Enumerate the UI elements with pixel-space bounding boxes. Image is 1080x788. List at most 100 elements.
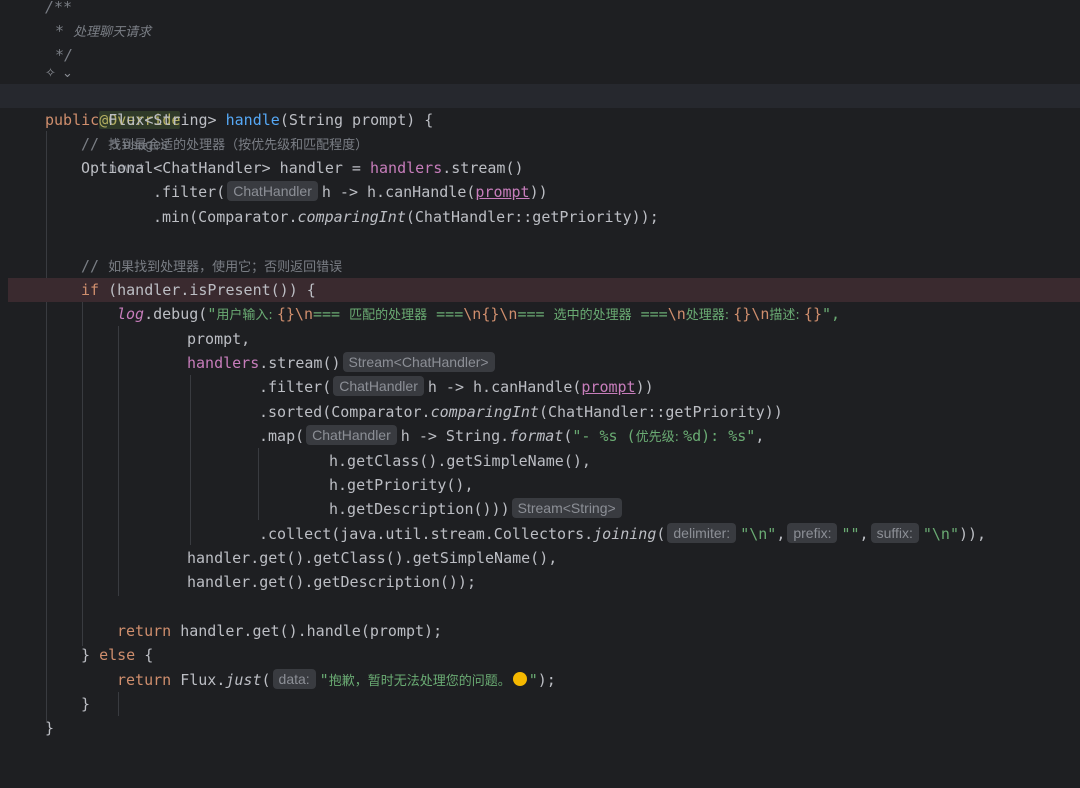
code-line[interactable]: // 如果找到处理器，使用它；否则返回错误 — [0, 254, 1080, 278]
code-editor[interactable]: /** * 处理聊天请求 */ ✧ ⌄ @Override 5 usages n… — [0, 0, 1080, 745]
string-literal: "" — [841, 525, 860, 543]
code-line[interactable]: .filter(ChatHandler h -> h.canHandle(prom… — [0, 180, 1080, 204]
code-line[interactable]: return handler.get().handle(prompt); — [0, 619, 1080, 643]
code-text: (ChatHandler::getPriority)); — [405, 208, 659, 226]
code-line[interactable]: .map(ChatHandler h -> String.format("- %s… — [0, 424, 1080, 448]
string-literal: " — [207, 305, 217, 323]
javadoc-star: * — [55, 22, 74, 40]
code-text: )) — [635, 378, 654, 396]
param-inlay-hint: suffix: — [870, 523, 919, 543]
keyword: return — [117, 622, 181, 640]
escape-sequence: \n — [463, 305, 482, 323]
code-line[interactable]: h.getClass().getSimpleName(), — [0, 449, 1080, 473]
param-inlay-hint: delimiter: — [667, 523, 737, 543]
ai-assistant-icon[interactable]: ✧ — [45, 62, 56, 86]
code-line[interactable]: prompt, — [0, 327, 1080, 351]
code-text: } — [81, 646, 100, 664]
code-text: .collect(java.util.stream.Collectors. — [259, 525, 594, 543]
code-text: handler.get().getClass().getSimpleName()… — [187, 549, 558, 567]
static-method: format — [509, 427, 564, 445]
param-inlay-hint: data: — [272, 669, 316, 689]
code-line[interactable]: } else { — [0, 643, 1080, 667]
code-line[interactable]: /** — [0, 0, 1080, 19]
code-text: .stream() — [442, 159, 524, 177]
code-text: ( — [563, 427, 573, 445]
code-text: h -> h.canHandle( — [427, 378, 582, 396]
code-text: h.getClass().getSimpleName(), — [329, 452, 591, 470]
string-literal: 匹配的处理器 — [349, 308, 428, 323]
escape-sequence: \n — [499, 305, 518, 323]
param-inlay-hint: prefix: — [787, 523, 838, 543]
code-line[interactable]: .collect(java.util.stream.Collectors.joi… — [0, 522, 1080, 546]
code-text: (handler.isPresent()) { — [108, 281, 316, 299]
string-literal: === — [517, 305, 554, 323]
keyword: else — [99, 646, 136, 664]
field-handlers: handlers — [187, 354, 260, 372]
param-prompt: prompt — [581, 378, 636, 396]
placeholder: {} — [481, 305, 500, 323]
string-literal: === — [427, 305, 464, 323]
placeholder: {} — [276, 305, 295, 323]
string-literal: 用户输入: — [216, 308, 277, 323]
code-text: .min(Comparator. — [153, 208, 298, 226]
static-method: just — [225, 671, 262, 689]
string-literal: "\n" — [740, 525, 777, 543]
code-line[interactable]: .sorted(Comparator.comparingInt(ChatHand… — [0, 400, 1080, 424]
code-text: , — [755, 427, 765, 445]
code-text: Flux. — [180, 671, 226, 689]
code-text: { — [135, 646, 154, 664]
code-line[interactable]: // 找到最合适的处理器（按优先级和匹配程度） — [0, 132, 1080, 156]
code-line[interactable]: public Flux<String> handle(String prompt… — [0, 108, 1080, 132]
code-text: .sorted(Comparator. — [259, 403, 431, 421]
code-line[interactable]: } — [0, 692, 1080, 716]
code-line[interactable]: ✧ ⌄ — [0, 62, 1080, 86]
string-literal: 抱歉，暂时无法处理您的问题。 — [328, 674, 511, 689]
code-line[interactable]: h.getPriority(), — [0, 473, 1080, 497]
string-literal: 选中的处理器 — [553, 308, 632, 323]
code-line[interactable]: .min(Comparator.comparingInt(ChatHandler… — [0, 205, 1080, 229]
chevron-down-icon[interactable]: ⌄ — [62, 62, 73, 86]
code-line[interactable]: handler.get().getDescription()); — [0, 570, 1080, 594]
code-line[interactable]: h.getDescription())) Stream<String> — [0, 497, 1080, 521]
string-literal: === — [631, 305, 668, 323]
type-inlay-hint: ChatHandler — [333, 376, 424, 396]
code-text: )) — [529, 183, 548, 201]
field-log: log — [117, 305, 145, 323]
code-line[interactable]: handlers.stream() Stream<ChatHandler> — [0, 351, 1080, 375]
code-line[interactable]: * 处理聊天请求 — [0, 19, 1080, 43]
code-text: .filter( — [259, 378, 332, 396]
code-text: .debug( — [144, 305, 208, 323]
string-literal: " — [528, 671, 538, 689]
javadoc-open: /** — [45, 0, 73, 16]
breakpoint-line[interactable]: if (handler.isPresent()) { — [8, 278, 1080, 302]
string-literal: 描述: — [769, 308, 804, 323]
code-line[interactable]: .filter(ChatHandler h -> h.canHandle(prom… — [0, 375, 1080, 399]
smiling-face-icon — [512, 672, 527, 686]
code-text: handler.get().handle(prompt); — [180, 622, 443, 640]
param-prompt: prompt — [475, 183, 530, 201]
method-name: handle — [225, 111, 280, 129]
type-inlay-hint: ChatHandler — [227, 181, 318, 201]
code-line[interactable]: } — [0, 716, 1080, 740]
return-type: Flux<String> — [108, 111, 226, 129]
code-text: Optional<ChatHandler> handler = — [81, 159, 370, 177]
string-literal: " — [319, 671, 329, 689]
closing-brace: } — [81, 695, 91, 713]
string-literal: %d): %s" — [683, 427, 756, 445]
javadoc-text: 处理聊天请求 — [73, 25, 152, 40]
type-inlay-hint: Stream<String> — [511, 498, 622, 518]
escape-sequence: \n — [751, 305, 770, 323]
code-text: h.getDescription())) — [329, 500, 510, 518]
code-text: , — [776, 525, 786, 543]
string-literal: 处理器: — [685, 308, 734, 323]
code-text: prompt, — [187, 330, 251, 348]
code-text: ( — [656, 525, 666, 543]
code-line[interactable]: @Override 5 usages new * — [0, 84, 1080, 176]
code-text: h -> String. — [400, 427, 510, 445]
code-line[interactable]: return Flux.just(data: "抱歉，暂时无法处理您的问题。 "); — [0, 668, 1080, 692]
code-line[interactable]: log.debug("用户输入: {}\n=== 匹配的处理器 ===\n{}\… — [0, 302, 1080, 326]
code-line[interactable]: handler.get().getClass().getSimpleName()… — [0, 546, 1080, 570]
comment-prefix: // — [81, 135, 109, 153]
code-line[interactable]: Optional<ChatHandler> handler = handlers… — [0, 156, 1080, 180]
string-literal: 优先级: — [635, 430, 684, 445]
